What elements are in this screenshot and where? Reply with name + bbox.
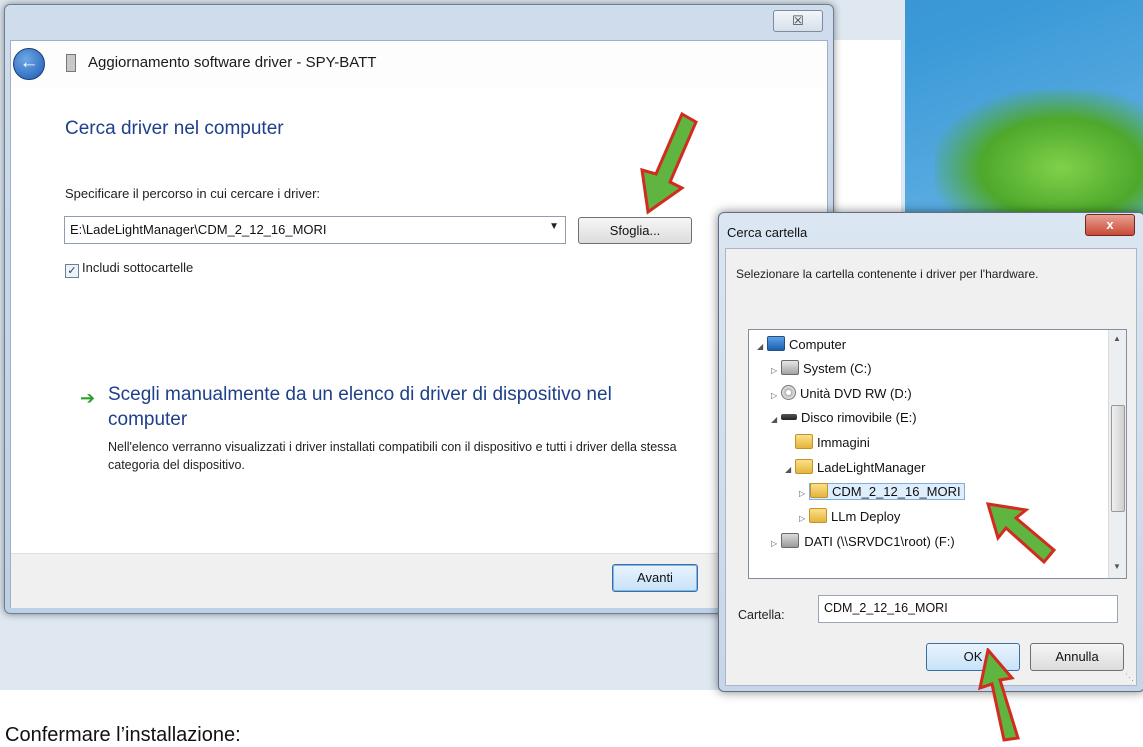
page-heading: Cerca driver nel computer <box>65 118 284 139</box>
scroll-up-icon[interactable]: ▲ <box>1113 334 1121 343</box>
browse-folder-dialog: Cerca cartella x Selezionare la cartella… <box>718 212 1143 692</box>
folder-icon <box>795 459 813 474</box>
dialog-content: Selezionare la cartella contenente i dri… <box>725 248 1137 686</box>
cancel-button[interactable]: Annulla <box>1030 643 1124 671</box>
tree-item-label: Immagini <box>817 435 870 450</box>
path-combobox[interactable]: E:\LadeLightManager\CDM_2_12_16_MORI ▼ <box>64 216 566 244</box>
expanded-icon[interactable]: ◢ <box>757 342 767 351</box>
expanded-icon[interactable]: ◢ <box>785 465 795 474</box>
tree-item-dati-f[interactable]: ▷✕DATI (\\SRVDC1\root) (F:) <box>771 533 955 549</box>
computer-icon <box>767 336 785 351</box>
tree-scrollbar[interactable]: ▲ ▼ <box>1108 330 1126 578</box>
manual-choice-description: Nell'elenco verranno visualizzati i driv… <box>108 440 677 472</box>
back-arrow-icon[interactable]: ← <box>13 48 45 80</box>
include-subfolders-option[interactable]: ✓ Includi sottocartelle <box>65 260 193 278</box>
folder-tree[interactable]: ◢ Computer ▷ System (C:) ▷ Unità DVD RW (D:… <box>748 329 1127 579</box>
tree-item-label: DATI (\\SRVDC1\root) (F:) <box>804 534 955 549</box>
tree-item-label: System (C:) <box>803 361 872 376</box>
folder-input-value: CDM_2_12_16_MORI <box>824 601 948 615</box>
tree-item-label: CDM_2_12_16_MORI <box>832 484 961 499</box>
dialog-close-button[interactable]: x <box>1085 214 1135 236</box>
tree-item-immagini[interactable]: Immagini <box>795 434 870 450</box>
folder-label: Cartella: <box>738 608 785 622</box>
collapsed-icon[interactable]: ▷ <box>771 366 781 375</box>
scrollbar-thumb[interactable] <box>1111 405 1125 512</box>
tree-item-llm-deploy[interactable]: ▷ LLm Deploy <box>799 508 900 524</box>
tree-item-removable-e[interactable]: ◢ Disco rimovibile (E:) <box>771 410 917 425</box>
include-subfolders-label: Includi sottocartelle <box>82 260 194 275</box>
resize-grip-icon[interactable]: ⋱ <box>1125 672 1134 683</box>
collapsed-icon[interactable]: ▷ <box>771 539 781 548</box>
dialog-description: Selezionare la cartella contenente i dri… <box>736 267 1039 281</box>
tree-item-cdm-selected[interactable]: ▷ CDM_2_12_16_MORI <box>799 483 965 500</box>
browse-button[interactable]: Sfoglia... <box>578 217 692 244</box>
wizard-title: Aggiornamento software driver - SPY-BATT <box>88 54 377 71</box>
device-icon <box>66 54 76 72</box>
next-button[interactable]: Avanti <box>612 564 698 592</box>
dvd-icon <box>781 385 796 400</box>
path-label: Specificare il percorso in cui cercare i… <box>65 186 321 201</box>
scroll-down-icon[interactable]: ▼ <box>1113 562 1121 571</box>
folder-icon <box>810 483 828 498</box>
annotation-arrow-icon <box>977 648 1020 742</box>
tree-item-computer[interactable]: ◢ Computer <box>757 336 846 352</box>
wizard-close-button[interactable]: ☒ <box>773 10 823 32</box>
wallpaper-decoration <box>935 90 1143 220</box>
include-subfolders-checkbox[interactable]: ✓ <box>65 264 79 278</box>
collapsed-icon[interactable]: ▷ <box>771 391 781 400</box>
folder-icon <box>795 434 813 449</box>
green-arrow-icon: ➔ <box>80 388 96 408</box>
collapsed-icon[interactable]: ▷ <box>799 489 809 498</box>
removable-drive-icon <box>781 414 797 420</box>
tree-item-dvd-d[interactable]: ▷ Unità DVD RW (D:) <box>771 385 912 401</box>
path-value: E:\LadeLightManager\CDM_2_12_16_MORI <box>70 222 327 237</box>
instruction-caption: Confermare l’installazione: <box>5 724 241 746</box>
tree-item-ladelightmanager[interactable]: ◢ LadeLightManager <box>785 459 925 475</box>
tree-item-label: Unità DVD RW (D:) <box>800 386 912 401</box>
tree-item-label: LadeLightManager <box>817 460 926 475</box>
folder-icon <box>809 508 827 523</box>
dropdown-arrow-icon[interactable]: ▼ <box>549 221 559 232</box>
tree-item-label: Computer <box>789 337 847 352</box>
manual-choice-link[interactable]: Scegli manualmente da un elenco di drive… <box>108 382 688 432</box>
selected-item-highlight[interactable]: CDM_2_12_16_MORI <box>809 483 965 500</box>
tree-item-label: LLm Deploy <box>831 509 901 524</box>
drive-icon <box>781 360 799 375</box>
folder-input[interactable]: CDM_2_12_16_MORI <box>818 595 1118 623</box>
dialog-title: Cerca cartella <box>727 225 808 240</box>
annotation-arrow-icon <box>985 502 1057 565</box>
tree-item-label: Disco rimovibile (E:) <box>801 410 917 425</box>
expanded-icon[interactable]: ◢ <box>771 415 781 424</box>
collapsed-icon[interactable]: ▷ <box>799 514 809 523</box>
network-drive-icon <box>781 533 799 548</box>
wizard-footer <box>11 553 827 608</box>
tree-item-system-c[interactable]: ▷ System (C:) <box>771 360 872 376</box>
annotation-arrow-icon <box>640 111 698 215</box>
